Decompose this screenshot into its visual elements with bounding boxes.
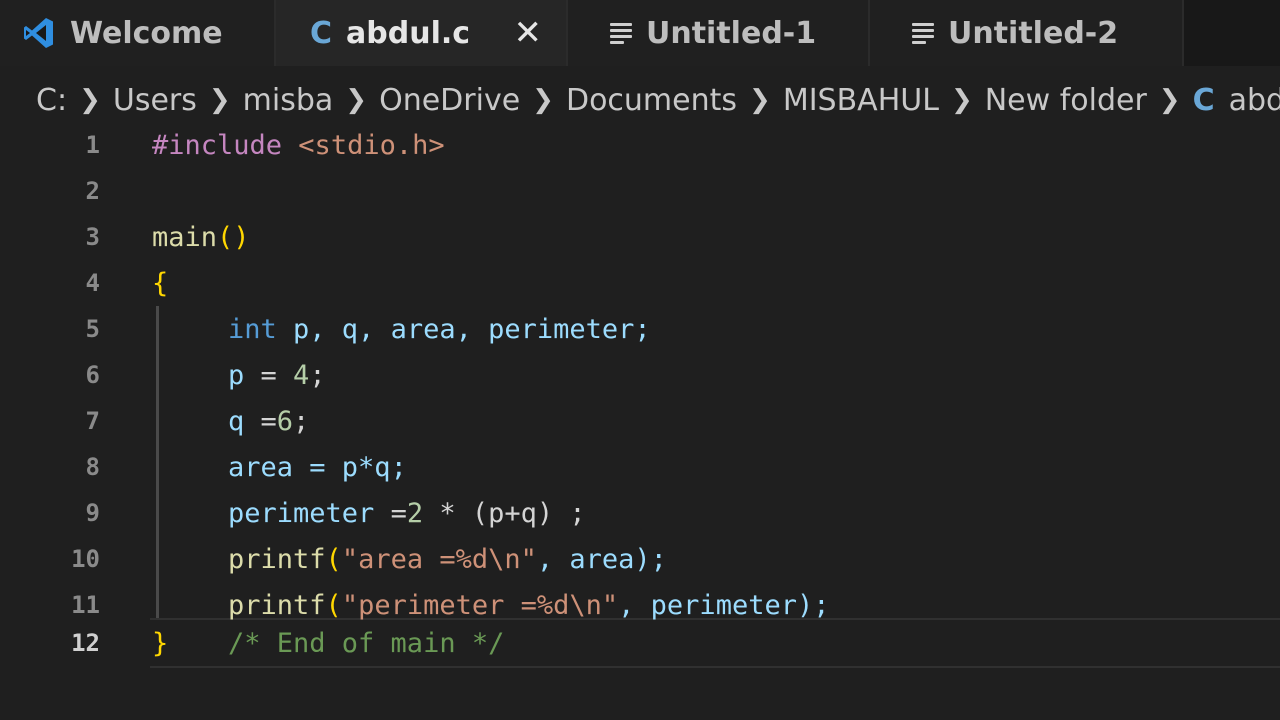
code-text: #include <stdio.h> xyxy=(152,129,445,161)
code-text: printf("area =%d\n", area); xyxy=(228,543,667,575)
chevron-right-icon: ❯ xyxy=(749,85,771,115)
breadcrumb-item[interactable]: New folder xyxy=(985,83,1147,118)
tab-untitled-1[interactable]: Untitled-1 xyxy=(568,0,870,66)
line-number: 12 xyxy=(71,629,100,657)
breadcrumb-item[interactable]: abdul.c xyxy=(1229,83,1280,118)
breadcrumb-item[interactable]: MISBAHUL xyxy=(783,83,939,118)
breadcrumb-item[interactable]: misba xyxy=(243,83,334,118)
code-text: int p, q, area, perimeter; xyxy=(228,313,651,345)
tab-label: Untitled-1 xyxy=(646,15,817,51)
code-line[interactable]: 2 xyxy=(0,168,1280,214)
tab-label: Welcome xyxy=(70,15,223,51)
line-number: 3 xyxy=(85,223,100,251)
code-comment: /* End of main */ xyxy=(228,627,505,659)
code-text: printf("perimeter =%d\n", perimeter); xyxy=(228,589,830,621)
code-line[interactable]: 4 { xyxy=(0,260,1280,306)
code-line[interactable]: 8 area = p*q; xyxy=(0,444,1280,490)
code-text: } xyxy=(152,627,169,659)
chevron-right-icon: ❯ xyxy=(345,85,368,115)
line-number: 7 xyxy=(85,407,100,435)
tab-label: abdul.c xyxy=(346,15,471,51)
code-text: q =6; xyxy=(228,405,310,437)
code-text: main() xyxy=(152,221,250,253)
code-line[interactable]: 1 #include <stdio.h> xyxy=(0,122,1280,168)
tab-abdul-c[interactable]: C abdul.c ✕ xyxy=(276,0,568,66)
breadcrumb-item[interactable]: Documents xyxy=(566,83,737,118)
code-line-current[interactable]: 12 } /* End of main */ xyxy=(0,620,1280,666)
code-editor[interactable]: 1 #include <stdio.h> 2 3 main() 4 { 5 in… xyxy=(0,122,1280,720)
code-text: p = 4; xyxy=(228,359,326,391)
close-icon[interactable]: ✕ xyxy=(514,13,543,53)
chevron-right-icon: ❯ xyxy=(532,85,554,115)
chevron-right-icon: ❯ xyxy=(1158,85,1181,115)
code-text: perimeter =2 * (p+q) ; xyxy=(228,497,586,529)
code-line[interactable]: 7 q =6; xyxy=(0,398,1280,444)
breadcrumb-item[interactable]: C: xyxy=(36,83,67,118)
code-text: area = p*q; xyxy=(228,451,407,483)
breadcrumb: C: ❯ Users ❯ misba ❯ OneDrive ❯ Document… xyxy=(36,78,1280,122)
chevron-right-icon: ❯ xyxy=(950,85,973,115)
code-text: { xyxy=(152,267,169,299)
code-line[interactable]: 6 p = 4; xyxy=(0,352,1280,398)
editor-tab-bar: Welcome C abdul.c ✕ Untitled-1 Untitled-… xyxy=(0,0,1280,66)
text-file-icon xyxy=(912,22,934,44)
line-number: 1 xyxy=(85,131,100,159)
line-number: 6 xyxy=(85,361,100,389)
code-line[interactable]: 5 int p, q, area, perimeter; xyxy=(0,306,1280,352)
breadcrumb-item[interactable]: Users xyxy=(113,83,197,118)
tab-untitled-2[interactable]: Untitled-2 xyxy=(870,0,1184,66)
text-file-icon xyxy=(610,22,632,44)
line-number: 5 xyxy=(85,315,100,343)
line-number: 2 xyxy=(85,177,100,205)
line-number: 9 xyxy=(85,499,100,527)
breadcrumb-item[interactable]: OneDrive xyxy=(379,83,520,118)
chevron-right-icon: ❯ xyxy=(208,85,231,115)
c-file-icon: C xyxy=(1192,82,1215,118)
line-number: 11 xyxy=(71,591,100,619)
current-line-highlight-bottom xyxy=(150,666,1280,668)
code-line[interactable]: 10 printf("area =%d\n", area); xyxy=(0,536,1280,582)
c-file-icon: C xyxy=(310,15,333,51)
tab-bar-empty-space xyxy=(1184,0,1280,66)
vscode-logo-icon xyxy=(22,16,56,50)
code-line[interactable]: 9 perimeter =2 * (p+q) ; xyxy=(0,490,1280,536)
line-number: 10 xyxy=(71,545,100,573)
chevron-right-icon: ❯ xyxy=(79,85,101,115)
tab-welcome[interactable]: Welcome xyxy=(0,0,276,66)
line-number: 8 xyxy=(85,453,100,481)
line-number: 4 xyxy=(85,269,100,297)
tab-label: Untitled-2 xyxy=(948,15,1119,51)
code-line[interactable]: 3 main() xyxy=(0,214,1280,260)
